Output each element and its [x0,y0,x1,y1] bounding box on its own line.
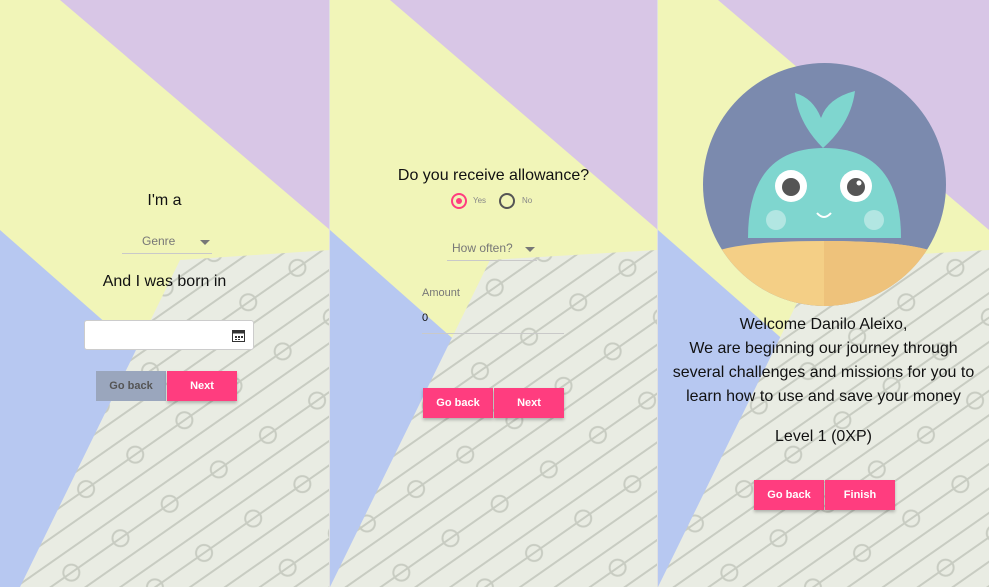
radio-yes-label: Yes [473,196,487,205]
welcome-line-3: learn how to use and save your money [686,388,961,405]
heading-im-a: I'm a [147,192,182,209]
background-image [330,0,657,587]
birth-date-input[interactable] [84,320,254,350]
amount-input[interactable]: 0 [422,308,564,334]
next-button[interactable]: Next [494,388,564,418]
frequency-select-value: How often? [452,241,513,255]
welcome-line-2: several challenges and missions for you … [672,364,975,381]
chevron-down-icon [200,240,210,245]
radio-yes[interactable] [451,193,467,209]
screen-allowance: Do you receive allowance? Yes No How oft… [330,0,658,587]
frequency-select[interactable]: How often? [447,237,537,261]
amount-label: Amount [422,287,460,299]
allowance-question: Do you receive allowance? [397,167,590,184]
go-back-button[interactable]: Go back [754,480,824,510]
go-back-button[interactable]: Go back [423,388,493,418]
welcome-line-1: We are beginning our journey through [689,340,958,357]
chevron-down-icon [525,247,535,252]
genre-select[interactable]: Genre [122,230,212,254]
next-button[interactable]: Next [167,371,237,401]
amount-value: 0 [422,312,429,324]
calendar-icon[interactable] [232,329,245,342]
finish-button[interactable]: Finish [825,480,895,510]
level-text: Level 1 (0XP) [775,428,872,445]
radio-no-label: No [522,196,533,205]
screen-profile: I'm a Genre And I was born in Go back Ne… [0,0,330,587]
genre-select-value: Genre [142,234,176,248]
go-back-button[interactable]: Go back [96,371,166,401]
mascot-avatar [703,63,946,306]
background-image [0,0,329,587]
welcome-title: Welcome Danilo Aleixo, [739,316,908,333]
screen-welcome: Welcome Danilo Aleixo, We are beginning … [658,0,989,587]
born-label: And I was born in [102,273,227,290]
radio-no[interactable] [499,193,515,209]
